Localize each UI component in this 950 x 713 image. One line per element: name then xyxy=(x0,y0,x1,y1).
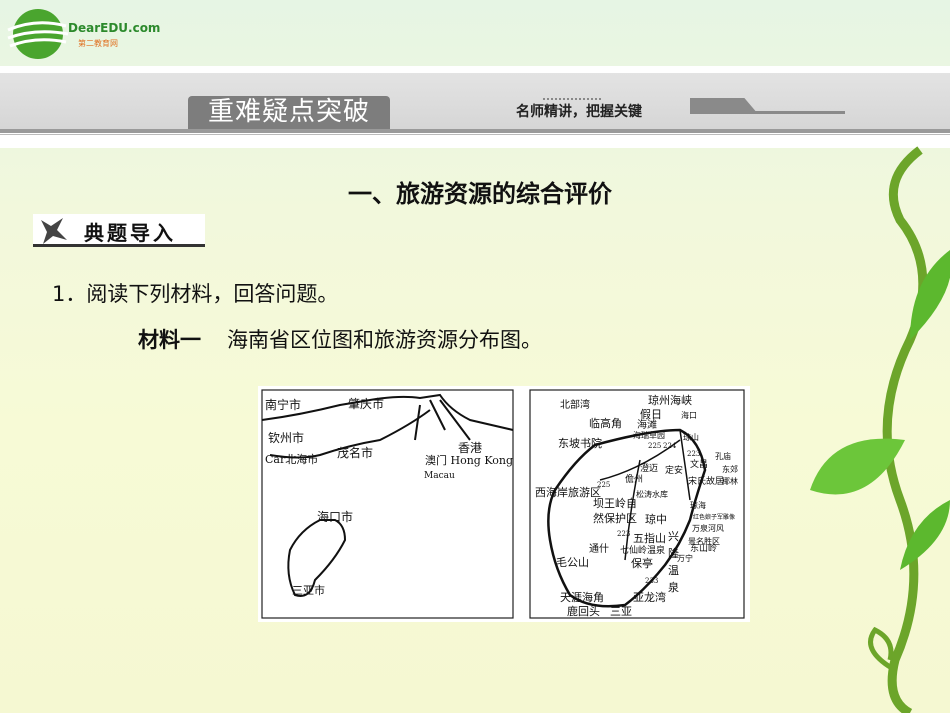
map-label: 通什 xyxy=(589,543,609,555)
material-label: 材料一 xyxy=(138,328,201,352)
map-label: 毛公山 xyxy=(556,556,589,569)
section-tab: 重难疑点突破 xyxy=(188,96,390,129)
map-label: 海滩 xyxy=(637,418,657,431)
map-label: 西海岸旅游区 xyxy=(535,485,601,499)
map-label: 万宁 xyxy=(677,553,693,563)
map-label: 红色娘子军雕像 xyxy=(693,513,735,521)
map-label: 海口市 xyxy=(317,509,353,524)
map-label: 北部湾 xyxy=(560,398,590,411)
map-label: 琼山 xyxy=(683,432,699,442)
map-label: 233 xyxy=(645,577,658,585)
divider xyxy=(0,134,950,135)
map-label: 肇庆市 xyxy=(348,396,384,411)
map-label: 万泉河风 xyxy=(692,523,724,533)
map-label: Macau xyxy=(424,471,455,481)
map-label: 定安 xyxy=(665,464,683,476)
map-label: 温 xyxy=(668,564,679,577)
map-label: 琼州海峡 xyxy=(648,393,692,407)
map-label: 东郊 xyxy=(722,464,738,474)
map-label: 香港 xyxy=(458,441,482,455)
vine-decoration xyxy=(810,146,950,713)
hainan-maps-figure: 南宁市 肇庆市钦州市 Car北海市 茂名市 香港 澳门 Hong Kong Macau 海口市… xyxy=(258,386,750,622)
decor-bar xyxy=(740,111,845,114)
map-label: 文昌 xyxy=(690,458,708,470)
map-label: 钦州市 xyxy=(268,430,304,445)
map-label: 保亭 xyxy=(631,556,653,570)
map-label: 假日 xyxy=(640,407,662,421)
map-label: 三亚 xyxy=(610,605,632,618)
map-label: 七仙岭温泉 xyxy=(620,544,665,556)
svg-text:第二教育网: 第二教育网 xyxy=(78,38,118,48)
map-label: 南宁市 xyxy=(265,397,301,412)
map-label: 三亚市 xyxy=(292,583,325,597)
map-label: 松涛水库 xyxy=(636,489,668,499)
map-label: 琼海 xyxy=(690,500,706,510)
map-label: 海口 xyxy=(681,410,697,420)
map-label: 东坡书院 xyxy=(558,436,602,450)
map-label: 椰林 xyxy=(722,476,738,486)
map-label: 孔庙 xyxy=(715,451,731,461)
map-label: 亚龙湾 xyxy=(633,590,666,604)
map-label: 224 xyxy=(663,442,677,450)
map-label: 223 xyxy=(617,530,630,538)
map-label: 兴 xyxy=(668,530,679,543)
map-label: 鹿回头 xyxy=(567,604,600,618)
question-text: 1．阅读下列材料，回答问题。 xyxy=(52,282,339,306)
map-label: Car北海市 xyxy=(265,452,318,466)
material-text: 海南省区位图和旅游资源分布图。 xyxy=(227,328,542,352)
map-label: 五指山 xyxy=(633,531,666,545)
map-label: 天涯海角 xyxy=(560,590,604,604)
star-icon xyxy=(41,218,67,244)
map-label: 琼中 xyxy=(645,512,667,526)
header-grey-bar xyxy=(0,73,950,129)
divider xyxy=(0,129,950,133)
map-label: 223 xyxy=(687,450,700,458)
map-label: 临高角 xyxy=(589,416,622,430)
material-line: 材料一 海南省区位图和旅游资源分布图。 xyxy=(138,324,542,354)
map-label: 坝王岭自 xyxy=(593,496,637,510)
map-label: 海瑞草园 xyxy=(633,430,665,440)
map-label: 东山岭 xyxy=(690,542,717,554)
map-label: 宋氏故居 xyxy=(688,475,724,487)
leaf-icon xyxy=(910,250,950,340)
svg-text:DearEDU.com: DearEDU.com xyxy=(68,21,160,35)
map-label: 225 xyxy=(648,442,661,450)
map-label: 澄迈 xyxy=(640,462,658,474)
section-subtitle: 名师精讲，把握关键 xyxy=(516,104,642,120)
map-label: 然保护区 xyxy=(593,511,637,525)
dearedu-logo: DearEDU.com 第二教育网 xyxy=(6,8,166,60)
section-label: 典题导入 xyxy=(84,221,176,245)
map-label: 儋州 xyxy=(625,473,643,485)
map-label: 泉 xyxy=(668,580,679,594)
map-label: 茂名市 xyxy=(337,445,373,460)
map-label: 澳门 Hong Kong xyxy=(425,453,513,467)
map-label: 隆 xyxy=(668,546,679,560)
